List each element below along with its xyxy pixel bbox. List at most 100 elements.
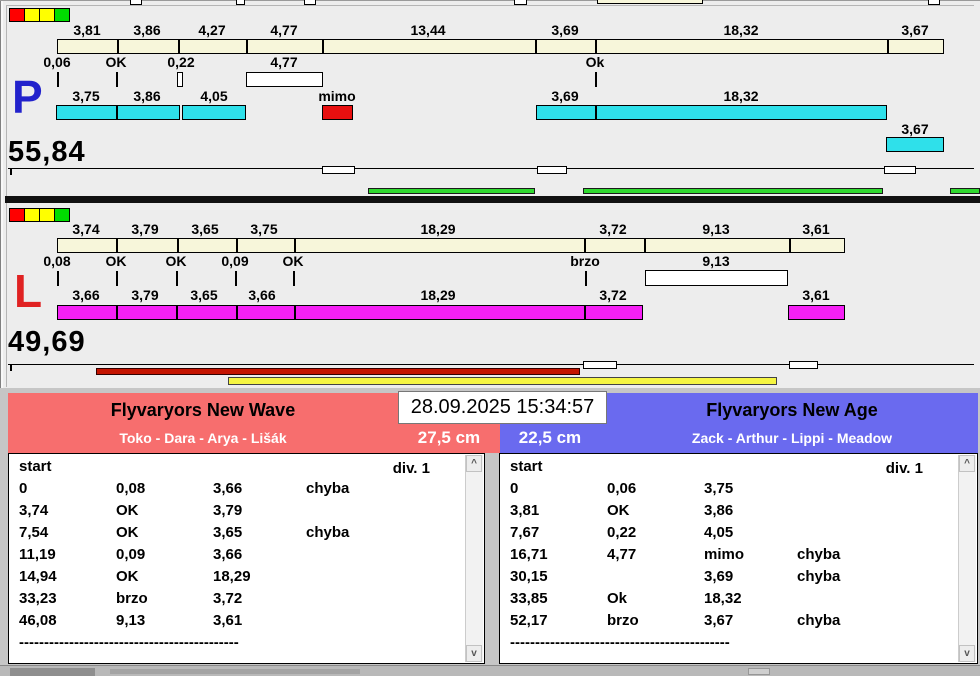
p-bottom-label: 4,05 <box>200 88 228 104</box>
table-cell <box>797 522 894 544</box>
l-mid-tick <box>293 271 295 286</box>
l-track-letter: L <box>14 265 43 317</box>
l-top-label: 18,29 <box>420 221 456 237</box>
scroll-down-button[interactable]: v <box>959 645 975 662</box>
table-cell: 7,54 <box>19 524 49 541</box>
team-right-jump-height: 22,5 cm <box>518 428 582 447</box>
p-baseline-marker <box>884 166 916 174</box>
l-run-bar <box>788 305 845 320</box>
table-cell: 52,17 <box>510 612 548 629</box>
table-cell: 0,22 <box>607 524 637 541</box>
p-mid-label: 4,77 <box>270 54 298 70</box>
scroll-up-button[interactable]: ^ <box>466 455 482 472</box>
table-cell: 14,94 <box>19 568 57 585</box>
team-left-table: start div. 1 0 0,08 3,66 chyba 3,74 OK 3,79 7,5… <box>8 453 485 664</box>
light-green-icon <box>54 8 70 22</box>
l-mid-label: 0,09 <box>221 253 249 269</box>
table-cell: OK <box>116 524 139 541</box>
table-cell <box>797 500 894 522</box>
l-mid-label: brzo <box>570 253 600 269</box>
l-bottom-label: 18,29 <box>420 287 456 303</box>
l-bottom-label: 3,66 <box>72 287 100 303</box>
team-left-scrollbar[interactable]: ^ v <box>465 455 483 662</box>
l-baseline <box>8 364 974 365</box>
table-cell: 3,75 <box>704 480 734 497</box>
table-cell <box>797 588 894 610</box>
l-bottom-label: 3,79 <box>131 287 159 303</box>
table-cell: 33,85 <box>510 590 548 607</box>
table-cell: mimo <box>704 546 745 563</box>
table-row: 0 0,08 3,66 chyba <box>19 478 464 500</box>
column-start-label: start <box>19 458 52 475</box>
light-red-icon <box>9 208 25 222</box>
division-label: div. 1 <box>392 460 430 477</box>
taskbar <box>0 665 980 676</box>
division-label: div. 1 <box>885 460 923 477</box>
p-top-label: 3,81 <box>73 22 101 38</box>
p-mid-label: 0,06 <box>43 54 71 70</box>
table-cell: 0,08 <box>116 480 146 497</box>
p-fault-box <box>322 105 353 120</box>
table-cell: 18,29 <box>213 568 251 585</box>
p-mid-label: Ok <box>585 54 605 70</box>
table-cell: 30,15 <box>510 568 548 585</box>
p-bottom-label: 18,32 <box>723 88 759 104</box>
table-cell: 4,05 <box>704 524 734 541</box>
l-bottom-label: 3,66 <box>248 287 276 303</box>
track-separator <box>5 196 980 203</box>
l-mid-marker <box>645 270 788 286</box>
table-cell <box>306 566 403 588</box>
l-yellow-bar <box>228 377 777 385</box>
scroll-down-button[interactable]: v <box>466 645 482 662</box>
p-baseline <box>8 168 974 169</box>
l-run-bar <box>57 305 643 320</box>
table-cell: chyba <box>797 612 841 629</box>
light-green-icon <box>54 208 70 222</box>
p-top-label: 4,27 <box>198 22 226 38</box>
table-cell: 3,66 <box>213 480 243 497</box>
l-mid-tick <box>235 271 237 286</box>
p-baseline-marker <box>322 166 355 174</box>
p-panel-border <box>6 5 974 6</box>
scroll-up-button[interactable]: ^ <box>959 455 975 472</box>
table-cell: 0,09 <box>116 546 146 563</box>
table-cell: 0 <box>19 480 28 497</box>
table-row: 30,15 3,69 chyba <box>510 566 957 588</box>
p-top-label: 13,44 <box>410 22 446 38</box>
table-cell: 3,61 <box>213 612 243 629</box>
p-start-lights <box>9 8 70 22</box>
table-cell <box>607 566 704 588</box>
table-cell <box>306 500 403 522</box>
l-mid-label: OK <box>165 253 187 269</box>
table-cell: 3,74 <box>19 502 49 519</box>
p-green-bar <box>583 188 883 194</box>
table-row: 3,74 OK 3,79 <box>19 500 464 522</box>
table-cell <box>306 610 403 632</box>
p-baseline-marker <box>537 166 567 174</box>
team-right-scrollbar[interactable]: ^ v <box>958 455 976 662</box>
p-top-label: 3,67 <box>901 22 929 38</box>
table-cell <box>797 478 894 500</box>
table-cell: 9,13 <box>116 612 146 629</box>
p-bottom-label: mimo <box>318 88 356 104</box>
l-total-time: 49,69 <box>8 326 86 358</box>
table-divider: ----------------------------------------… <box>19 634 239 651</box>
p-top-label: 18,32 <box>723 22 759 38</box>
table-cell: 3,72 <box>213 590 243 607</box>
p-bottom-label: 3,69 <box>551 88 579 104</box>
window-top-border <box>0 0 980 1</box>
l-mid-tick <box>176 271 178 286</box>
p-mid-marker <box>246 72 323 87</box>
l-bottom-label: 3,65 <box>190 287 218 303</box>
l-top-label: 3,75 <box>250 221 278 237</box>
p-track-letter: P <box>12 71 43 123</box>
l-red-bar <box>96 368 580 375</box>
table-cell: 3,81 <box>510 502 540 519</box>
p-run-bar <box>886 137 944 152</box>
l-measured-bar <box>57 238 845 253</box>
table-row: 16,71 4,77 mimo chyba <box>510 544 957 566</box>
column-start-label: start <box>510 458 543 475</box>
table-row: 7,67 0,22 4,05 <box>510 522 957 544</box>
table-row: 3,81 OK 3,86 <box>510 500 957 522</box>
table-row: 46,08 9,13 3,61 <box>19 610 464 632</box>
